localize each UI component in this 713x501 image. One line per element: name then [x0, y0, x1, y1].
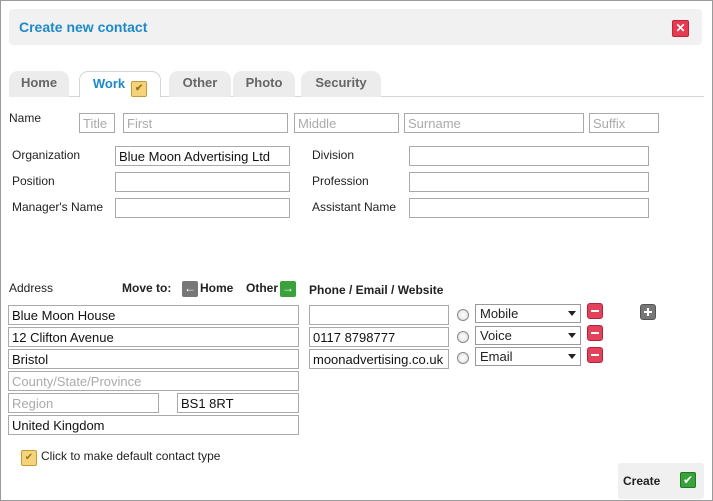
chevron-down-icon [568, 311, 576, 316]
manager-input[interactable] [115, 198, 290, 218]
profession-label: Profession [312, 174, 369, 188]
tab-bar: Home Work ✔ Other Photo Security [9, 71, 704, 98]
tab-work[interactable]: Work ✔ [79, 71, 161, 98]
organization-input[interactable] [115, 146, 290, 166]
contact-type-select[interactable]: Voice [475, 326, 581, 345]
contact-value-input[interactable] [309, 349, 449, 369]
check-icon: ✔ [680, 472, 696, 488]
close-icon[interactable]: ✕ [672, 20, 689, 37]
tab-photo[interactable]: Photo [233, 71, 295, 97]
tab-security[interactable]: Security [301, 71, 381, 97]
contact-methods-heading: Phone / Email / Website [309, 283, 444, 297]
position-input[interactable] [115, 172, 290, 192]
address-county-input[interactable] [8, 371, 299, 391]
move-to-label: Move to: [122, 281, 172, 295]
checkbox-icon: ✔ [131, 81, 148, 97]
division-input[interactable] [409, 146, 649, 166]
address-city-input[interactable] [8, 349, 299, 369]
chevron-down-icon [568, 354, 576, 359]
tab-other[interactable]: Other [169, 71, 231, 97]
name-title-input[interactable] [79, 113, 115, 133]
contact-value-input[interactable] [309, 305, 449, 325]
position-label: Position [12, 174, 55, 188]
create-button[interactable]: Create ✔ [618, 463, 704, 499]
default-contact-radio[interactable] [457, 309, 469, 321]
default-type-label[interactable]: Click to make default contact type [41, 449, 220, 463]
arrow-right-icon[interactable]: → [280, 281, 296, 297]
contact-type-select[interactable]: Email [475, 347, 581, 366]
remove-icon[interactable] [587, 303, 603, 319]
division-label: Division [312, 148, 355, 162]
organization-label: Organization [12, 148, 81, 162]
arrow-left-icon[interactable]: ← [182, 281, 198, 297]
remove-icon[interactable] [587, 325, 603, 341]
default-contact-radio[interactable] [457, 352, 469, 364]
name-first-input[interactable] [123, 113, 288, 133]
move-home-label[interactable]: Home [200, 281, 233, 295]
name-suffix-input[interactable] [589, 113, 659, 133]
address-line1-input[interactable] [8, 305, 299, 325]
contact-type-select[interactable]: Mobile [475, 304, 581, 323]
manager-label: Manager's Name [12, 200, 103, 214]
add-icon[interactable] [640, 304, 656, 320]
contact-value-input[interactable] [309, 327, 449, 347]
address-country-input[interactable] [8, 415, 299, 435]
default-contact-radio[interactable] [457, 331, 469, 343]
name-label: Name [9, 111, 42, 125]
name-middle-input[interactable] [294, 113, 399, 133]
address-region-input[interactable] [8, 393, 159, 413]
assistant-input[interactable] [409, 198, 649, 218]
move-other-label[interactable]: Other [246, 281, 278, 295]
chevron-down-icon [568, 333, 576, 338]
name-surname-input[interactable] [404, 113, 584, 133]
dialog-titlebar: Create new contact ✕ [9, 9, 702, 45]
assistant-label: Assistant Name [312, 200, 397, 214]
tab-home[interactable]: Home [9, 71, 69, 97]
profession-input[interactable] [409, 172, 649, 192]
create-label: Create [623, 474, 661, 488]
remove-icon[interactable] [587, 347, 603, 363]
address-label: Address [9, 281, 54, 295]
address-postcode-input[interactable] [177, 393, 299, 413]
dialog-title: Create new contact [19, 19, 148, 35]
checkbox-icon[interactable]: ✔ [21, 450, 37, 466]
create-contact-dialog: Create new contact ✕ Home Work ✔ Other Ph… [0, 0, 713, 501]
address-line2-input[interactable] [8, 327, 299, 347]
